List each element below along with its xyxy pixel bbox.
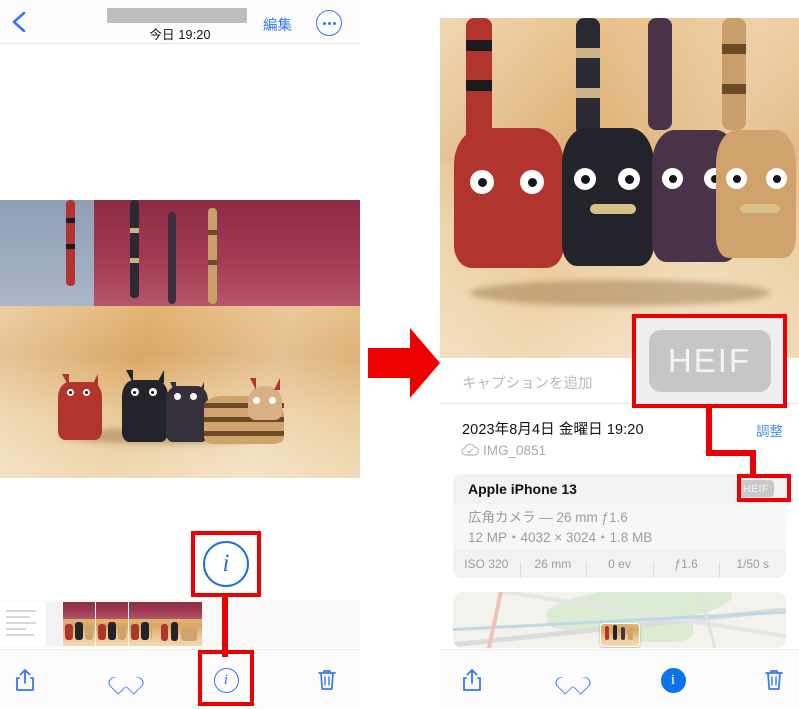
photo-date: 2023年8月4日 金曜日 19:20 <box>462 422 644 438</box>
exif-row: ISO 320 26 mm 0 ev ƒ1.6 1/50 s <box>453 550 786 578</box>
left-screen: 今日 19:20 編集 i i <box>0 0 360 709</box>
map-photo-pin[interactable] <box>599 623 640 647</box>
left-toolbar: i <box>0 649 360 709</box>
heif-callout-connector-h <box>706 450 756 456</box>
tail-stripe <box>208 260 217 265</box>
cat-pupil <box>528 178 537 187</box>
info-button-active[interactable]: i <box>656 663 690 697</box>
cat-pupil <box>625 175 634 184</box>
favorite-heart-icon[interactable] <box>556 663 590 697</box>
filmstrip-thumb[interactable] <box>96 602 128 646</box>
photo-detail[interactable] <box>440 18 799 358</box>
cat-pupil <box>669 175 677 183</box>
exif-aperture: ƒ1.6 <box>652 557 720 578</box>
cat-figurine <box>58 360 102 440</box>
trash-icon[interactable] <box>310 663 344 697</box>
tail-stripe <box>66 218 75 223</box>
exif-focal: 26 mm <box>519 557 587 578</box>
callout-connector <box>222 595 228 657</box>
photo-shadow <box>470 280 770 306</box>
heif-callout-connector-v1 <box>706 404 712 454</box>
edit-button[interactable]: 編集 <box>263 14 292 35</box>
redacted-title-bar <box>107 8 247 23</box>
cat-pupil <box>478 178 487 187</box>
photo-wall-left <box>0 200 94 306</box>
share-icon[interactable] <box>8 663 42 697</box>
adjust-link[interactable]: 調整 <box>756 420 783 440</box>
neck-stripe <box>576 88 600 98</box>
filmstrip[interactable] <box>0 600 360 648</box>
flow-arrow-icon <box>366 322 442 404</box>
cat-neck-tan <box>722 18 746 130</box>
heif-badge-highlight <box>737 474 791 502</box>
exif-shutter: 1/50 s <box>719 557 786 578</box>
toolbar-divider <box>0 649 360 650</box>
filmstrip-doc-thumb[interactable] <box>0 602 47 646</box>
cat-collar <box>590 204 636 214</box>
cat-tail-red <box>66 200 75 286</box>
device-name: Apple iPhone 13 <box>468 481 577 497</box>
cat-tail-black <box>130 200 139 298</box>
tail-stripe <box>66 244 75 249</box>
neck-stripe <box>466 80 492 91</box>
info-button-highlight <box>198 650 254 706</box>
location-map[interactable] <box>453 592 786 648</box>
cat-neck-purple <box>648 18 672 130</box>
tail-stripe <box>130 228 139 233</box>
cat-tail-purple <box>168 212 176 304</box>
cat-pupil <box>773 175 781 183</box>
info-glyph: i <box>203 541 249 587</box>
favorite-heart-icon[interactable] <box>109 663 143 697</box>
lens-row: 広角カメラ — 26 mm ƒ1.6 12 MP・4032 × 3024・1.8… <box>453 504 786 550</box>
heif-zoom-text: HEIF <box>648 330 771 392</box>
callout-heif-zoom: HEIF <box>632 314 787 408</box>
cloud-check-icon <box>461 443 479 456</box>
filmstrip-thumb[interactable] <box>63 602 95 646</box>
cat-head-red <box>454 128 564 268</box>
cat-figurine <box>166 366 208 442</box>
image-specs: 12 MP・4032 × 3024・1.8 MB <box>468 530 653 545</box>
lens-info: 広角カメラ — 26 mm ƒ1.6 <box>468 510 628 525</box>
cat-pupil <box>581 175 590 184</box>
neck-stripe <box>722 84 746 94</box>
heif-callout-connector-v2 <box>750 450 756 476</box>
cat-neck-black <box>576 18 600 136</box>
cat-figurine <box>204 372 284 444</box>
neck-stripe <box>466 40 492 51</box>
exif-iso: ISO 320 <box>464 557 509 571</box>
photo-main[interactable] <box>0 200 360 478</box>
date-block: 2023年8月4日 金曜日 19:20 IMG_0851 調整 <box>440 412 799 468</box>
ellipsis-circle-icon[interactable] <box>316 10 342 36</box>
left-header: 今日 19:20 編集 <box>0 0 360 44</box>
cat-head-tan <box>716 130 796 258</box>
cat-pupil <box>733 175 741 183</box>
filmstrip-thumb-selected[interactable] <box>152 602 202 646</box>
caption-placeholder: キャプションを追加 <box>462 376 593 392</box>
exif-ev: 0 ev <box>586 557 653 578</box>
cat-figurine <box>122 358 168 442</box>
toolbar-divider <box>440 649 799 650</box>
trash-icon[interactable] <box>757 663 791 697</box>
cat-tail-tan <box>208 208 217 304</box>
header-subtitle: 今日 19:20 <box>149 28 211 42</box>
photo-filename: IMG_0851 <box>483 443 547 458</box>
callout-info-icon-zoom: i <box>191 531 261 597</box>
right-toolbar: i <box>440 649 799 709</box>
share-icon[interactable] <box>455 663 489 697</box>
filmstrip-blank <box>47 602 62 646</box>
neck-stripe <box>722 44 746 54</box>
neck-stripe <box>576 48 600 58</box>
cat-collar <box>740 204 780 213</box>
header-divider <box>0 43 360 44</box>
tail-stripe <box>130 258 139 263</box>
cat-head-black <box>562 128 654 266</box>
tail-stripe <box>208 230 217 235</box>
